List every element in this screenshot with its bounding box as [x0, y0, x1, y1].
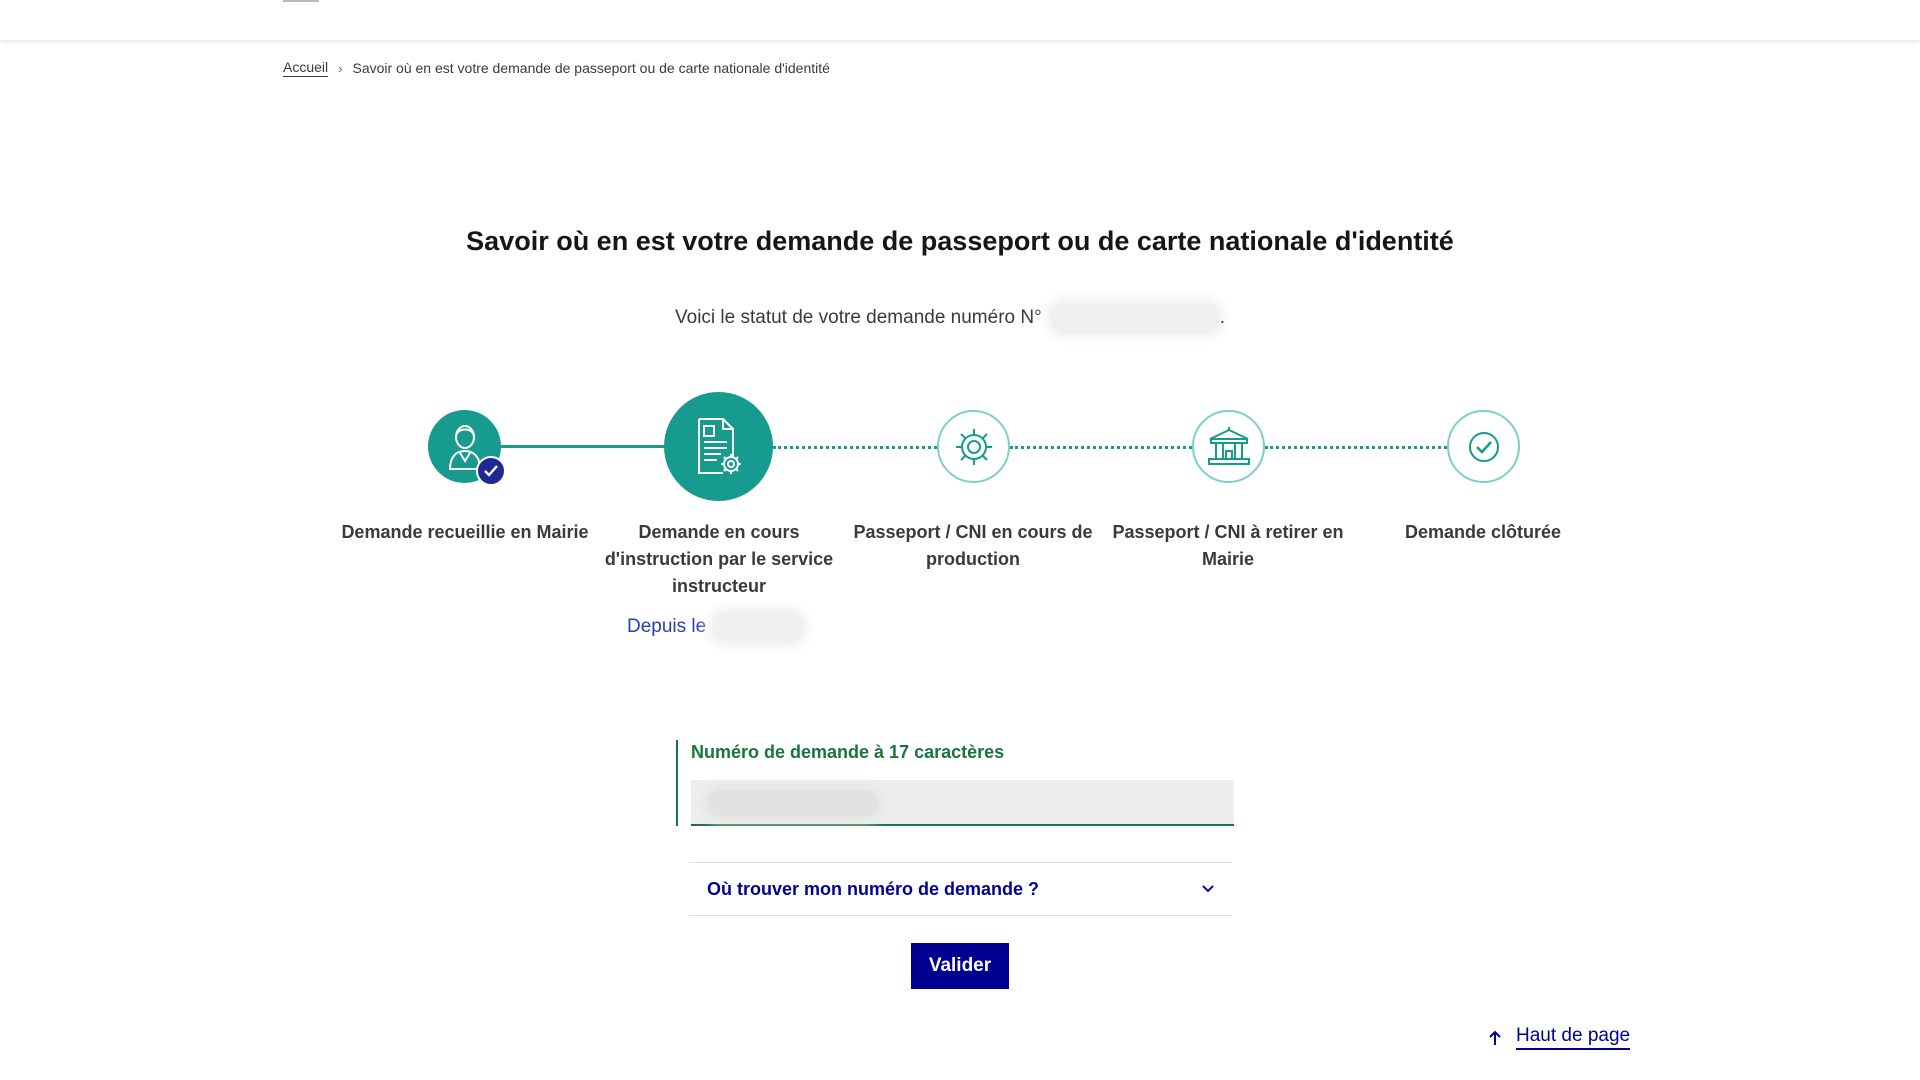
arrow-up-icon	[1489, 1030, 1501, 1045]
step-2-since: Depuis le	[627, 612, 805, 642]
page-title: Savoir où en est votre demande de passep…	[466, 226, 1454, 256]
document-gear-icon	[697, 417, 741, 474]
breadcrumb-separator: ›	[338, 60, 343, 76]
step-5-label: Demande clôturée	[1404, 522, 1562, 542]
since-label: Depuis le	[627, 616, 707, 637]
step-1-circle	[428, 410, 506, 486]
step-2-label: Demande en cours d'instruction par le se…	[604, 522, 834, 596]
request-number-redacted	[1049, 303, 1220, 333]
person-icon	[448, 424, 481, 470]
breadcrumb: Accueil › Savoir où en est votre demande…	[283, 59, 830, 77]
breadcrumb-current: Savoir où en est votre demande de passep…	[352, 60, 830, 76]
back-to-top-label: Haut de page	[1516, 1025, 1631, 1050]
checkmark-icon	[484, 465, 498, 477]
step-4-label: Passeport / CNI à retirer en Mairie	[1112, 522, 1344, 569]
step-2-circle	[664, 392, 773, 501]
header-logo-fragment	[283, 0, 319, 2]
status-line: Voici le statut de votre demande numéro …	[675, 303, 1225, 333]
stepper-connector-1	[500, 445, 668, 448]
stepper-connector-2	[773, 446, 937, 449]
request-number-value-redacted	[708, 790, 878, 816]
step-4-circle	[1192, 410, 1265, 483]
where-to-find-number-accordion[interactable]: Où trouver mon numéro de demande ?	[689, 862, 1232, 916]
stepper-connector-3	[1010, 446, 1192, 449]
back-to-top-link[interactable]: Haut de page	[1488, 1025, 1631, 1050]
step-5-circle	[1447, 410, 1520, 483]
step-1-check-badge	[476, 456, 506, 486]
check-circle-icon	[1468, 431, 1499, 462]
step-1-label: Demande recueillie en Mairie	[341, 522, 589, 542]
step-3-circle	[937, 410, 1010, 483]
progress-stepper: Demande recueillie en Mairie Demande en …	[0, 0, 1920, 700]
accordion-label: Où trouver mon numéro de demande ?	[707, 878, 1040, 899]
submit-button[interactable]: Valider	[911, 943, 1009, 989]
status-intro-text: Voici le statut de votre demande numéro …	[675, 307, 1042, 328]
site-header	[0, 0, 1920, 40]
since-date-redacted	[712, 612, 805, 642]
status-end-text: .	[1219, 307, 1225, 328]
town-hall-icon	[1207, 426, 1250, 465]
request-number-label: Numéro de demande à 17 caractères	[691, 742, 1005, 762]
stepper-connector-4	[1265, 446, 1447, 449]
step-3-label: Passeport / CNI en cours de production	[853, 522, 1093, 569]
chevron-down-icon	[1202, 885, 1214, 893]
gear-icon	[955, 428, 992, 465]
breadcrumb-home-link[interactable]: Accueil	[283, 59, 329, 77]
request-number-field-group: Numéro de demande à 17 caractères	[676, 740, 1234, 826]
